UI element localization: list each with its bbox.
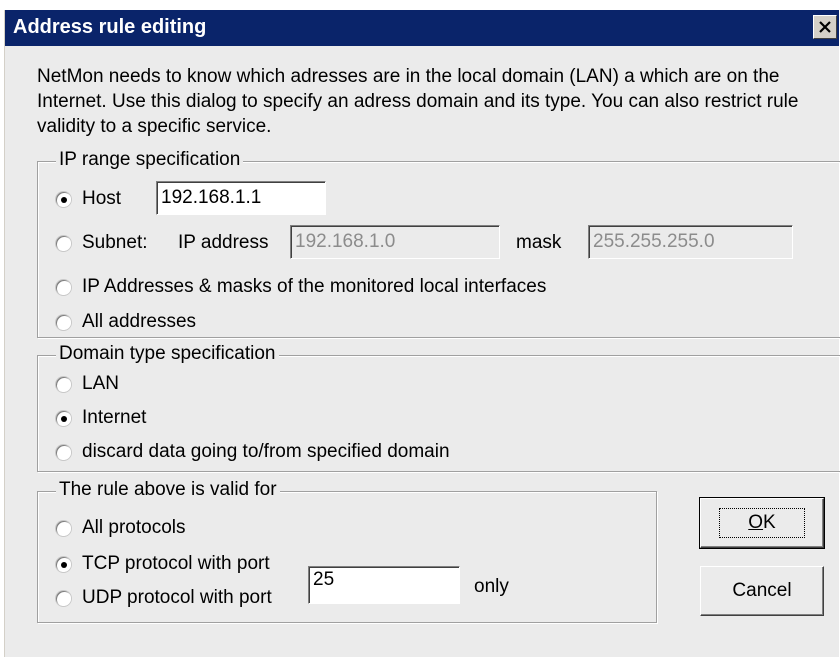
subnet-ip-input[interactable]: 192.168.1.0 [290,225,500,259]
ok-mnemonic: O [748,512,764,533]
discard-radio[interactable] [56,444,71,460]
port-input[interactable]: 25 [308,566,460,604]
all-protocols-label: All protocols [82,517,186,538]
lan-label: LAN [82,373,119,394]
mask-input[interactable]: 255.255.255.0 [588,225,793,259]
monitored-interfaces-radio[interactable] [56,279,71,295]
all-protocols-radio[interactable] [56,520,71,536]
udp-radio-option[interactable]: UDP protocol with port [56,587,272,609]
internet-radio-option[interactable]: Internet [56,407,146,429]
close-icon [819,21,831,33]
only-label: only [474,576,509,597]
mask-label: mask [516,232,562,253]
lan-radio[interactable] [56,376,71,392]
all-addresses-radio-option[interactable]: All addresses [56,311,196,333]
internet-label: Internet [82,407,147,428]
ip-range-group: IP range specification Host 192.168.1.1 … [37,149,840,338]
tcp-radio[interactable] [56,556,71,572]
tcp-radio-option[interactable]: TCP protocol with port [56,553,270,575]
internet-radio[interactable] [56,410,71,426]
host-radio[interactable] [56,191,71,207]
discard-radio-option[interactable]: discard data going to/from specified dom… [56,441,450,463]
validity-legend: The rule above is valid for [56,479,280,501]
lan-radio-option[interactable]: LAN [56,373,119,395]
discard-label: discard data going to/from specified dom… [82,441,450,462]
monitored-interfaces-label: IP Addresses & masks of the monitored lo… [82,276,547,297]
tcp-label: TCP protocol with port [82,553,270,574]
description-text: NetMon needs to know which adresses are … [37,66,799,137]
subnet-radio[interactable] [56,235,71,251]
all-addresses-radio[interactable] [56,314,71,330]
subnet-label: Subnet: [82,232,148,253]
ip-range-legend: IP range specification [56,149,244,171]
subnet-ip-label: IP address [178,232,269,253]
address-rule-dialog: Address rule editing NetMon needs to kno… [4,10,840,657]
close-button[interactable] [813,15,837,39]
validity-group: The rule above is valid for All protocol… [37,479,657,623]
domain-type-legend: Domain type specification [56,343,279,365]
host-input[interactable]: 192.168.1.1 [156,181,326,215]
all-addresses-label: All addresses [82,311,197,332]
ok-label: K [763,512,776,533]
ok-button[interactable]: OK [699,497,825,549]
cancel-button[interactable]: Cancel [700,566,824,616]
title-bar[interactable]: Address rule editing [5,10,839,46]
subnet-radio-option[interactable]: Subnet: [56,232,148,254]
dialog-title: Address rule editing [13,16,207,38]
host-radio-option[interactable]: Host [56,188,121,210]
udp-label: UDP protocol with port [82,587,272,608]
domain-type-group: Domain type specification LAN Internet d… [37,343,840,472]
udp-radio[interactable] [56,590,71,606]
monitored-interfaces-radio-option[interactable]: IP Addresses & masks of the monitored lo… [56,276,546,298]
all-protocols-radio-option[interactable]: All protocols [56,517,186,539]
host-label: Host [82,188,122,209]
